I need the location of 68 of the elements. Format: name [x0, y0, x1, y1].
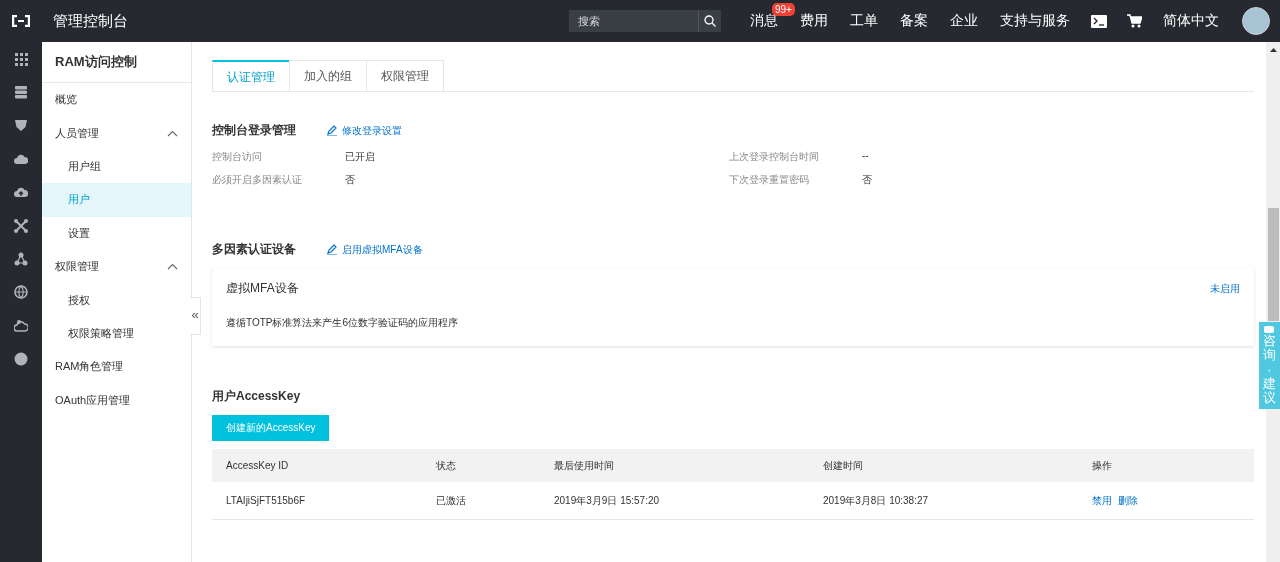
console-title[interactable]: 管理控制台	[53, 11, 128, 31]
shield-icon[interactable]	[14, 118, 28, 133]
notification-badge: 99+	[772, 3, 795, 16]
action-link[interactable]: 禁用	[1092, 493, 1112, 508]
sidebar-item[interactable]: RAM角色管理	[42, 350, 191, 384]
device-description: 遵循TOTP标准算法来产生6位数字验证码的应用程序	[226, 316, 460, 330]
globe-icon[interactable]	[14, 285, 28, 300]
scrollbar-thumb[interactable]	[1268, 208, 1279, 321]
nav-link[interactable]: 备案	[900, 12, 928, 30]
edit-link[interactable]: 启用虚拟MFA设备	[342, 242, 423, 257]
section-title: 控制台登录管理	[212, 122, 297, 139]
table-cell-text: 已激活	[436, 493, 467, 508]
search-field[interactable]: 搜索	[569, 10, 698, 32]
column-header: 操作	[1092, 458, 1113, 473]
sidebar-item[interactable]: 授权	[42, 283, 191, 317]
terminal-icon[interactable]	[1091, 14, 1107, 28]
search-button[interactable]	[698, 10, 721, 32]
sidebar-item[interactable]: 人员管理	[42, 116, 191, 150]
tab[interactable]: 权限管理	[366, 60, 444, 91]
device-name: 虚拟MFA设备	[226, 280, 299, 297]
grid-icon[interactable]	[14, 51, 28, 66]
edit-icon	[327, 125, 337, 136]
enable-status-link[interactable]: 未启用	[1210, 281, 1240, 296]
sidebar-item[interactable]: 权限管理	[42, 249, 191, 284]
cloud-logo-icon[interactable]	[12, 15, 30, 27]
sidebar-item[interactable]: 设置	[42, 216, 191, 250]
table-cell-text: 2019年3月8日 10:38:27	[823, 493, 930, 508]
server-icon[interactable]	[14, 85, 28, 100]
table-cell-text: 2019年3月9日 15:57:20	[554, 493, 661, 508]
sidebar-title: RAM访问控制	[42, 42, 191, 83]
field-value: 已开启	[345, 150, 376, 164]
nodes-icon[interactable]	[14, 252, 28, 267]
column-header: 最后使用时间	[554, 458, 615, 473]
sidebar-item[interactable]: 概览	[42, 83, 191, 117]
nav-link[interactable]: 工单	[850, 12, 878, 30]
cross-nodes-icon[interactable]	[14, 218, 28, 233]
edit-icon	[327, 244, 337, 255]
circle-icon[interactable]	[14, 352, 28, 367]
sidebar-item[interactable]: 权限策略管理	[42, 316, 191, 351]
action-link[interactable]: 删除	[1118, 493, 1138, 508]
nav-link[interactable]: 支持与服务	[1000, 12, 1070, 30]
cloud-upload-icon[interactable]	[14, 185, 28, 200]
nav-link[interactable]: 企业	[950, 12, 978, 30]
field-value: 否	[862, 173, 873, 187]
scroll-up-icon[interactable]	[1270, 48, 1277, 52]
field-label: 上次登录控制台时间	[729, 150, 820, 164]
edit-link[interactable]: 修改登录设置	[342, 123, 402, 138]
collapse-handle[interactable]: «	[190, 297, 201, 335]
section-title: 多因素认证设备	[212, 241, 297, 258]
column-header: 创建时间	[823, 458, 864, 473]
field-label: 下次登录重置密码	[729, 173, 810, 187]
field-value: --	[862, 150, 870, 163]
nav-link[interactable]: 费用	[800, 12, 828, 30]
sidebar-item[interactable]: 用户组	[42, 149, 191, 184]
cart-icon[interactable]	[1127, 14, 1142, 28]
field-label: 必须开启多因素认证	[212, 173, 303, 187]
sidebar-item[interactable]: OAuth应用管理	[42, 383, 191, 417]
field-value: 否	[345, 173, 356, 187]
chevron-up-icon	[167, 263, 178, 271]
field-label: 控制台访问	[212, 150, 263, 164]
table-cell-text: LTAIjiSjFT515b6F	[226, 495, 307, 506]
search-icon[interactable]	[704, 15, 716, 27]
column-header: 状态	[436, 458, 457, 473]
language-link[interactable]: 简体中文	[1163, 12, 1219, 30]
user-avatar[interactable]	[1242, 7, 1270, 35]
section-title: 用户AccessKey	[212, 388, 302, 405]
column-header: AccessKey ID	[226, 460, 290, 471]
chevron-up-icon	[167, 129, 178, 137]
